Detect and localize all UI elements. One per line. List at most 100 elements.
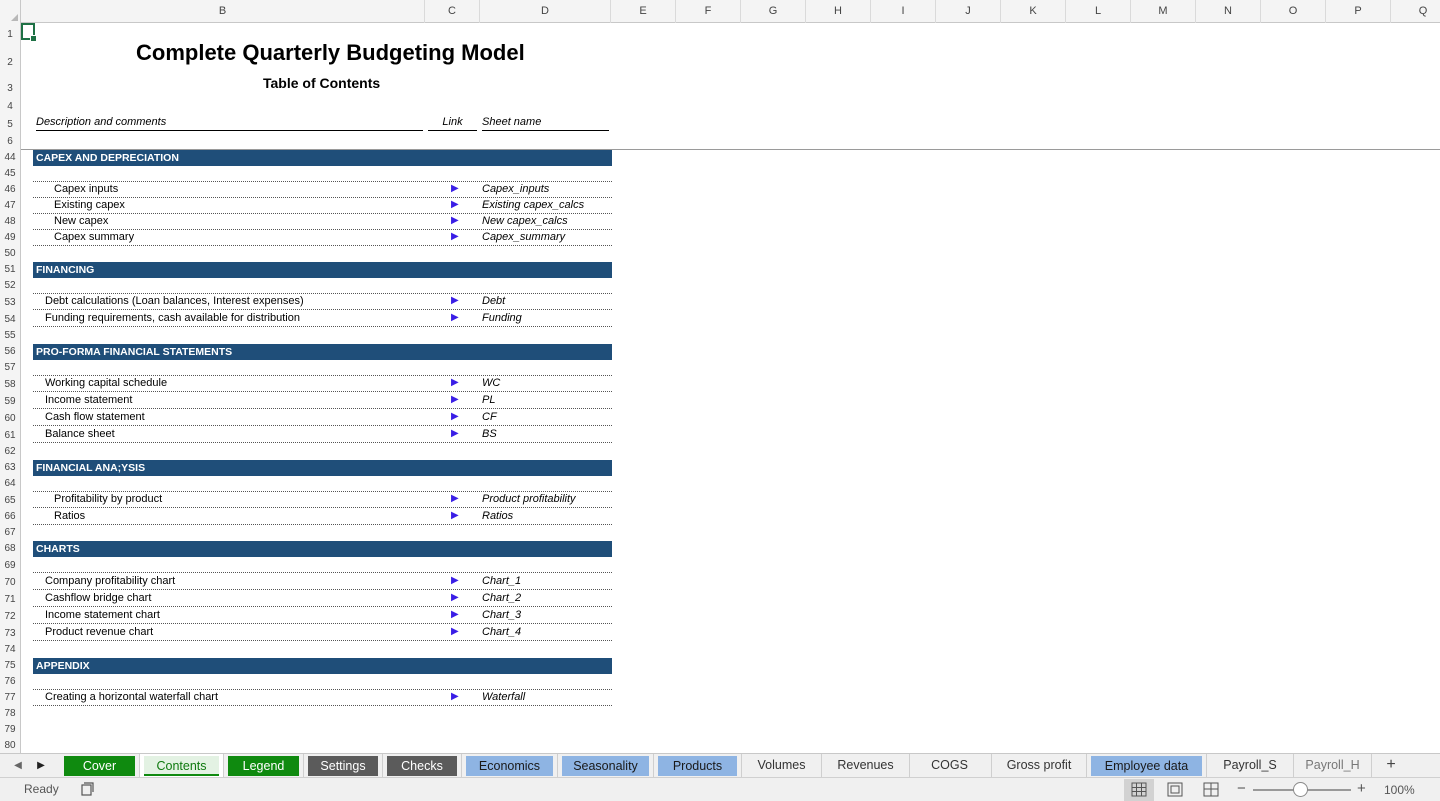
- column-header[interactable]: H: [806, 0, 871, 23]
- row-header[interactable]: 75: [0, 658, 20, 674]
- zoom-slider-thumb[interactable]: [1293, 782, 1308, 797]
- row-header[interactable]: 59: [0, 393, 20, 410]
- row-header[interactable]: 65: [0, 492, 20, 509]
- row-header[interactable]: 2: [0, 47, 20, 79]
- toc-sheet-link[interactable]: Chart_4: [482, 625, 521, 639]
- row-header[interactable]: 60: [0, 410, 20, 427]
- link-arrow-icon[interactable]: ▶: [451, 509, 463, 523]
- link-arrow-icon[interactable]: ▶: [451, 608, 463, 622]
- toc-sheet-link[interactable]: PL: [482, 393, 495, 407]
- column-header[interactable]: K: [1001, 0, 1066, 23]
- active-cell-a1[interactable]: [21, 23, 37, 42]
- column-header[interactable]: I: [871, 0, 936, 23]
- column-header[interactable]: F: [676, 0, 741, 23]
- link-arrow-icon[interactable]: ▶: [451, 214, 463, 228]
- add-sheet-button[interactable]: +: [1372, 754, 1410, 777]
- link-arrow-icon[interactable]: ▶: [451, 591, 463, 605]
- column-header[interactable]: Q: [1391, 0, 1440, 23]
- row-header[interactable]: 63: [0, 460, 20, 476]
- toc-sheet-link[interactable]: Chart_3: [482, 608, 521, 622]
- column-header[interactable]: D: [480, 0, 611, 23]
- sheet-tab[interactable]: Legend: [224, 754, 304, 777]
- row-header[interactable]: 66: [0, 509, 20, 525]
- row-header[interactable]: 73: [0, 625, 20, 642]
- row-header[interactable]: 74: [0, 642, 20, 658]
- link-arrow-icon[interactable]: ▶: [451, 294, 463, 308]
- row-header[interactable]: 53: [0, 294, 20, 311]
- sheet-tab[interactable]: Seasonality: [558, 754, 654, 777]
- row-header[interactable]: 1: [0, 23, 20, 47]
- toc-sheet-link[interactable]: Capex_summary: [482, 230, 565, 244]
- column-header[interactable]: M: [1131, 0, 1196, 23]
- sheet-tab[interactable]: Employee data: [1087, 754, 1207, 777]
- row-header[interactable]: 71: [0, 591, 20, 608]
- row-header[interactable]: 4: [0, 99, 20, 115]
- toc-sheet-link[interactable]: CF: [482, 410, 497, 424]
- toc-sheet-link[interactable]: Waterfall: [482, 690, 525, 704]
- row-header[interactable]: 70: [0, 574, 20, 591]
- row-header[interactable]: 57: [0, 360, 20, 376]
- column-header[interactable]: O: [1261, 0, 1326, 23]
- toc-sheet-link[interactable]: BS: [482, 427, 497, 441]
- toc-sheet-link[interactable]: Chart_1: [482, 574, 521, 588]
- sheet-tab[interactable]: Economics: [462, 754, 558, 777]
- column-header[interactable]: B: [21, 0, 425, 23]
- row-header[interactable]: 78: [0, 706, 20, 722]
- row-header[interactable]: 6: [0, 134, 20, 150]
- sheet-tab[interactable]: Payroll_S: [1207, 754, 1294, 777]
- toc-sheet-link[interactable]: Product profitability: [482, 492, 576, 506]
- sheet-tab[interactable]: Checks: [383, 754, 462, 777]
- link-arrow-icon[interactable]: ▶: [451, 376, 463, 390]
- column-header[interactable]: E: [611, 0, 676, 23]
- prev-sheet-icon[interactable]: ◀: [10, 758, 26, 774]
- sheet-tab[interactable]: COGS: [908, 754, 992, 777]
- row-header[interactable]: 72: [0, 608, 20, 625]
- row-header[interactable]: 51: [0, 262, 20, 278]
- row-header[interactable]: 80: [0, 738, 20, 753]
- link-arrow-icon[interactable]: ▶: [451, 492, 463, 506]
- link-arrow-icon[interactable]: ▶: [451, 182, 463, 196]
- toc-sheet-link[interactable]: Funding: [482, 311, 522, 325]
- row-header[interactable]: 77: [0, 690, 20, 706]
- sheet-tab[interactable]: Gross profit: [992, 754, 1087, 777]
- column-header[interactable]: P: [1326, 0, 1391, 23]
- toc-sheet-link[interactable]: Chart_2: [482, 591, 521, 605]
- normal-view-button[interactable]: [1124, 779, 1154, 801]
- row-header[interactable]: 45: [0, 166, 20, 182]
- toc-sheet-link[interactable]: New capex_calcs: [482, 214, 568, 228]
- row-header[interactable]: 79: [0, 722, 20, 738]
- select-all-corner[interactable]: [0, 0, 21, 23]
- row-header[interactable]: 76: [0, 674, 20, 690]
- zoom-in-button[interactable]: +: [1357, 780, 1366, 798]
- toc-sheet-link[interactable]: Existing capex_calcs: [482, 198, 584, 212]
- toc-sheet-link[interactable]: WC: [482, 376, 500, 390]
- row-header[interactable]: 68: [0, 541, 20, 557]
- sheet-tab[interactable]: Cover: [60, 754, 140, 777]
- worksheet-grid[interactable]: Complete Quarterly Budgeting Model Table…: [21, 23, 1440, 753]
- row-header[interactable]: 61: [0, 427, 20, 444]
- page-break-view-button[interactable]: [1196, 779, 1226, 801]
- row-header[interactable]: 56: [0, 344, 20, 360]
- accessibility-check-icon[interactable]: [80, 782, 96, 798]
- zoom-out-button[interactable]: −: [1237, 780, 1246, 798]
- row-header[interactable]: 46: [0, 182, 20, 198]
- row-header[interactable]: 64: [0, 476, 20, 492]
- link-arrow-icon[interactable]: ▶: [451, 574, 463, 588]
- sheet-tab[interactable]: Settings: [304, 754, 383, 777]
- link-arrow-icon[interactable]: ▶: [451, 427, 463, 441]
- link-arrow-icon[interactable]: ▶: [451, 198, 463, 212]
- zoom-level[interactable]: 100%: [1384, 783, 1415, 797]
- toc-sheet-link[interactable]: Debt: [482, 294, 505, 308]
- link-arrow-icon[interactable]: ▶: [451, 690, 463, 704]
- link-arrow-icon[interactable]: ▶: [451, 230, 463, 244]
- row-header[interactable]: 50: [0, 246, 20, 262]
- row-header[interactable]: 48: [0, 214, 20, 230]
- row-header[interactable]: 47: [0, 198, 20, 214]
- row-header[interactable]: 52: [0, 278, 20, 294]
- column-header[interactable]: N: [1196, 0, 1261, 23]
- row-header[interactable]: 49: [0, 230, 20, 246]
- row-header[interactable]: 58: [0, 376, 20, 393]
- toc-sheet-link[interactable]: Capex_inputs: [482, 182, 549, 196]
- row-header[interactable]: 54: [0, 311, 20, 328]
- sheet-tab[interactable]: Products: [654, 754, 742, 777]
